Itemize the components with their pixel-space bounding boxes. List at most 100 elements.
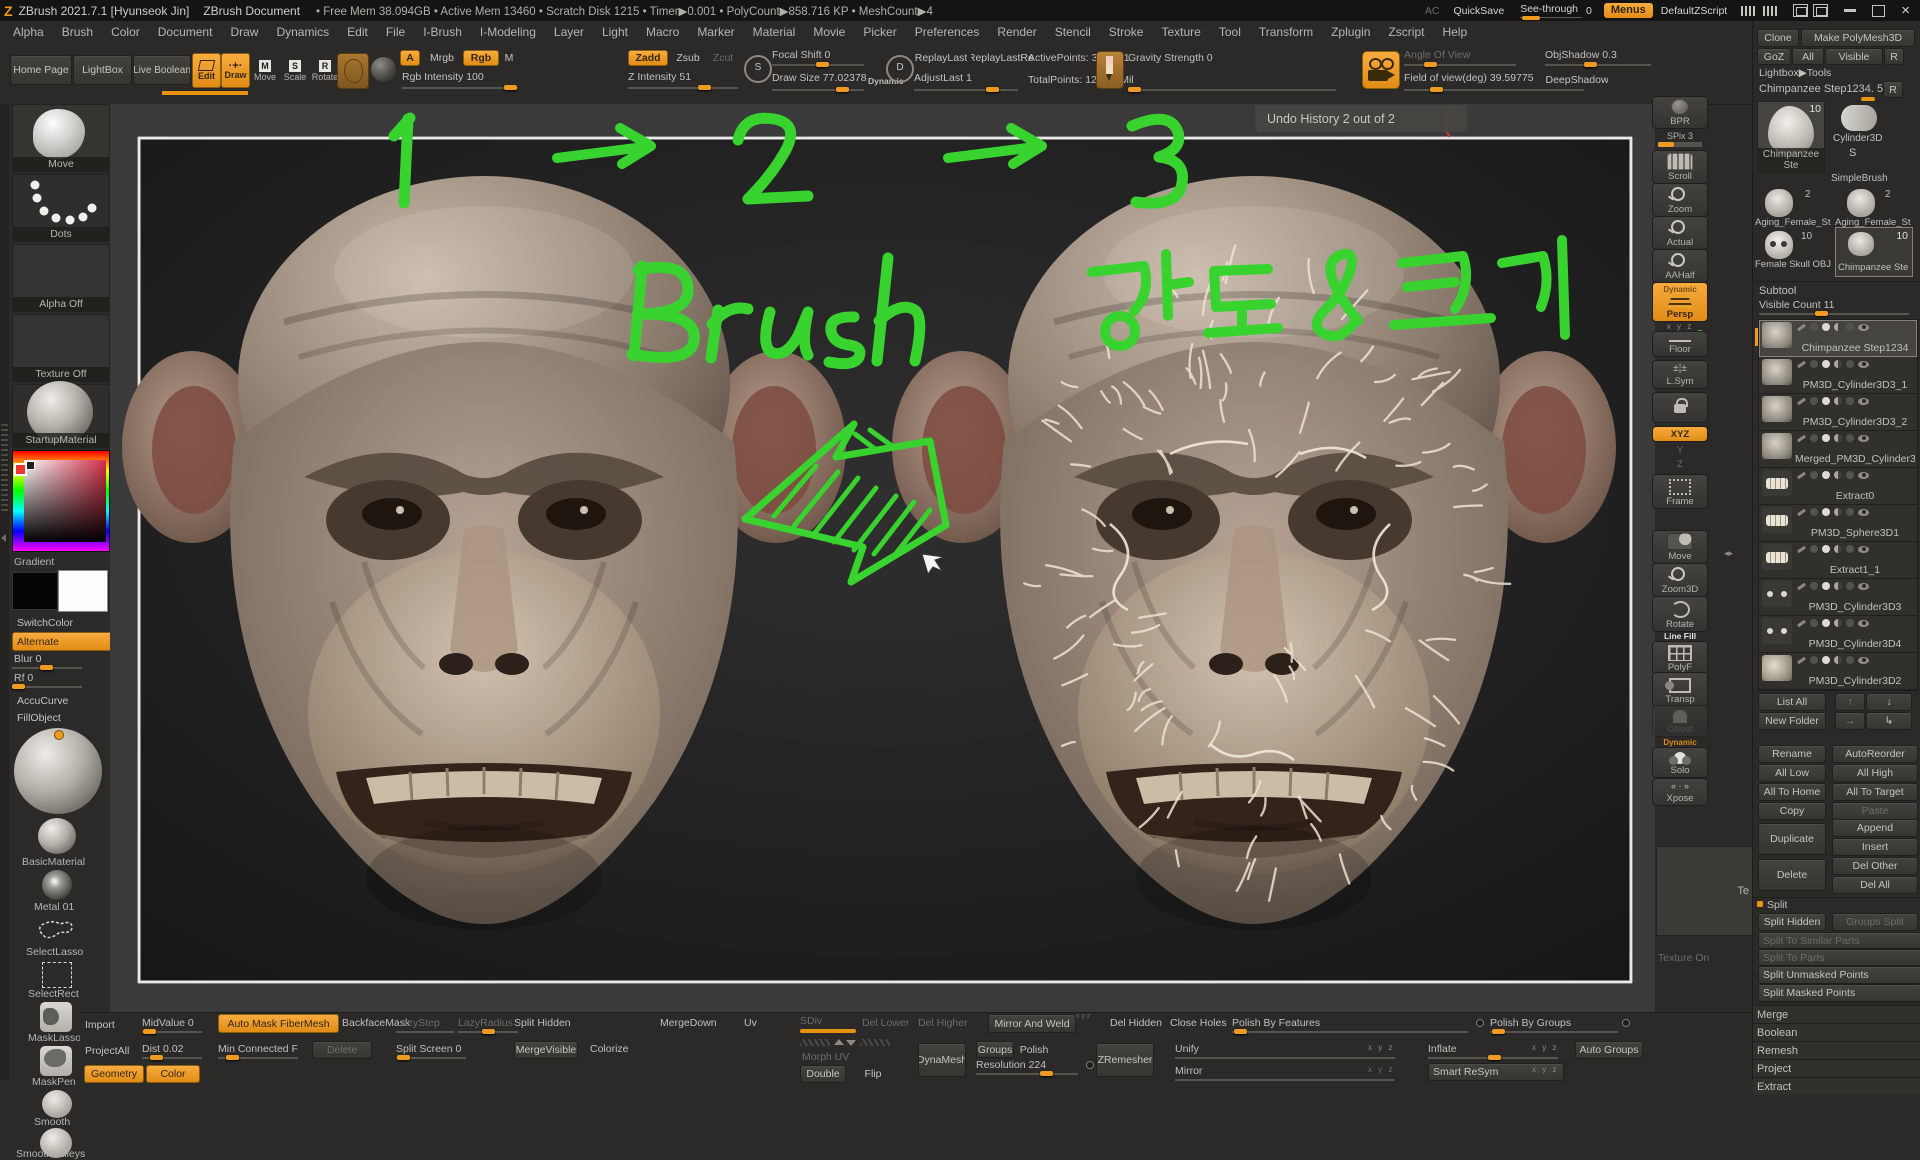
stroke-type-icon[interactable]: S — [744, 55, 772, 83]
local-lock-button[interactable] — [1652, 392, 1708, 423]
sculpt-canvas[interactable] — [110, 104, 1655, 1012]
subtool-icons[interactable] — [1797, 323, 1869, 331]
section-row[interactable]: Remesh — [1753, 1041, 1920, 1059]
subtool-icons[interactable] — [1797, 508, 1869, 516]
tool-thumb-aging2[interactable] — [1847, 189, 1875, 217]
mergedown-button[interactable]: MergeDown — [660, 1017, 717, 1029]
half-icon[interactable] — [1834, 619, 1842, 627]
list-all-button[interactable]: List All — [1758, 693, 1826, 711]
dynamesh-button[interactable]: DynaMesh — [918, 1043, 966, 1077]
angle-of-view-nub[interactable] — [1424, 62, 1437, 67]
rgb-intensity-slider[interactable] — [402, 87, 518, 89]
export-all-button[interactable]: All — [1792, 48, 1824, 65]
dynamesh-mode-dot[interactable] — [1086, 1061, 1094, 1069]
subtool-header[interactable]: Subtool — [1759, 285, 1796, 297]
eye-icon[interactable] — [1858, 472, 1869, 479]
import-button[interactable]: Import — [84, 1016, 138, 1033]
subtool-icons[interactable] — [1797, 545, 1869, 553]
visibility-dot-icon[interactable] — [1810, 323, 1818, 331]
pair-left-button[interactable]: Copy — [1758, 802, 1826, 820]
menu-item[interactable]: Alpha — [4, 25, 53, 39]
append-button[interactable]: Append — [1832, 819, 1918, 837]
polypaint-icon[interactable] — [1822, 434, 1830, 442]
split-section-header[interactable]: Split — [1767, 899, 1787, 911]
uv-button[interactable]: Uv — [744, 1017, 757, 1029]
menu-item[interactable]: Color — [102, 25, 149, 39]
half-icon[interactable] — [1834, 508, 1842, 516]
color-picker[interactable] — [12, 450, 110, 552]
double-button[interactable]: Double — [800, 1065, 846, 1083]
menu-item[interactable]: Picker — [854, 25, 905, 39]
contrast-icon[interactable] — [1846, 323, 1854, 331]
restore-button[interactable] — [1872, 5, 1885, 17]
subtool-icons[interactable] — [1797, 582, 1869, 590]
duplicate-button[interactable]: Duplicate — [1758, 823, 1826, 855]
split-masked-button[interactable]: Split Masked Points — [1758, 984, 1920, 1002]
groups-button[interactable]: Groups — [976, 1041, 1014, 1058]
polypaint-icon[interactable] — [1822, 360, 1830, 368]
del-higher-button[interactable]: Del Higher — [918, 1017, 968, 1029]
eye-icon[interactable] — [1858, 509, 1869, 516]
menu-item[interactable]: Layer — [545, 25, 593, 39]
contrast-icon[interactable] — [1846, 545, 1854, 553]
split-to-parts-button[interactable]: Split To Parts — [1758, 949, 1920, 966]
adjust-last-nub[interactable] — [986, 87, 999, 92]
goz-button[interactable]: GoZ — [1757, 48, 1791, 65]
mrgb-button[interactable]: Mrgb — [422, 50, 462, 66]
subtool-icons[interactable] — [1797, 656, 1869, 664]
subtool-item[interactable]: Extract0 — [1759, 468, 1917, 505]
menu-item[interactable]: Edit — [338, 25, 377, 39]
rgb-intensity-nub[interactable] — [504, 85, 517, 90]
subtool-icons[interactable] — [1797, 360, 1869, 368]
stroke-type-dots[interactable]: Dots — [12, 174, 110, 242]
menu-item[interactable]: Material — [744, 25, 805, 39]
flip-button[interactable]: Flip — [852, 1065, 894, 1083]
polypaint-icon[interactable] — [1822, 508, 1830, 516]
sdiv-label[interactable]: SDiv — [800, 1015, 822, 1027]
floor-button[interactable]: x y z Floor — [1652, 322, 1708, 357]
lazyradius-label[interactable]: LazyRadius — [458, 1017, 513, 1029]
subtool-down-button[interactable]: ↓ — [1866, 693, 1912, 711]
mirror-button[interactable]: Mirror — [1175, 1065, 1202, 1077]
close-button[interactable]: × — [1901, 6, 1910, 16]
visibility-dot-icon[interactable] — [1810, 434, 1818, 442]
default-zscript-button[interactable]: DefaultZScript — [1661, 5, 1728, 17]
eye-icon[interactable] — [1858, 361, 1869, 368]
simplebrush-icon[interactable]: S — [1849, 147, 1856, 159]
split-screen-label[interactable]: Split Screen 0 — [396, 1043, 461, 1055]
subtool-icons[interactable] — [1797, 471, 1869, 479]
bpr-button[interactable]: BPR — [1652, 96, 1708, 129]
menu-item[interactable]: Zplugin — [1322, 25, 1379, 39]
switch-color-button[interactable]: SwitchColor — [12, 614, 114, 631]
color-a-button[interactable]: A — [400, 50, 420, 66]
flip-icon[interactable] — [1797, 360, 1806, 368]
camera-button[interactable] — [1362, 51, 1400, 89]
texture-on-label[interactable]: Texture On — [1658, 952, 1709, 964]
tool-r-button[interactable]: R — [1883, 81, 1903, 98]
focal-shift-nub[interactable] — [816, 62, 829, 67]
half-icon[interactable] — [1834, 471, 1842, 479]
make-polymesh3d-button[interactable]: Make PolyMesh3D — [1801, 29, 1915, 47]
edit-button[interactable]: Edit — [192, 53, 221, 88]
pair-right-button[interactable]: AutoReorder — [1832, 745, 1918, 763]
pair-left-button[interactable]: All To Home — [1758, 783, 1826, 801]
scroll-button[interactable]: Scroll — [1652, 150, 1708, 184]
visibility-dot-icon[interactable] — [1810, 471, 1818, 479]
quicksave-button[interactable]: QuickSave — [1453, 5, 1504, 17]
alternate-button[interactable]: Alternate — [12, 632, 114, 651]
lazystep-label[interactable]: LazyStep — [396, 1017, 440, 1029]
zoom-button[interactable]: Zoom — [1652, 183, 1708, 217]
contrast-icon[interactable] — [1846, 434, 1854, 442]
select-lasso-icon[interactable] — [34, 916, 78, 946]
visibility-dot-icon[interactable] — [1810, 619, 1818, 627]
visible-count-label[interactable]: Visible Count 11 — [1759, 299, 1835, 311]
pair-right-button[interactable]: Paste — [1832, 802, 1918, 820]
frame-button[interactable]: Frame — [1652, 474, 1708, 509]
pair-right-button[interactable]: All High — [1832, 764, 1918, 782]
visible-count-slider[interactable] — [1759, 313, 1909, 315]
mergevisible-button[interactable]: MergeVisible — [514, 1041, 578, 1059]
mask-pen-thumb[interactable] — [40, 1046, 72, 1076]
menu-item[interactable]: Texture — [1152, 25, 1209, 39]
subtool-item[interactable]: PM3D_Cylinder3D4 — [1759, 616, 1917, 653]
half-icon[interactable] — [1834, 656, 1842, 664]
